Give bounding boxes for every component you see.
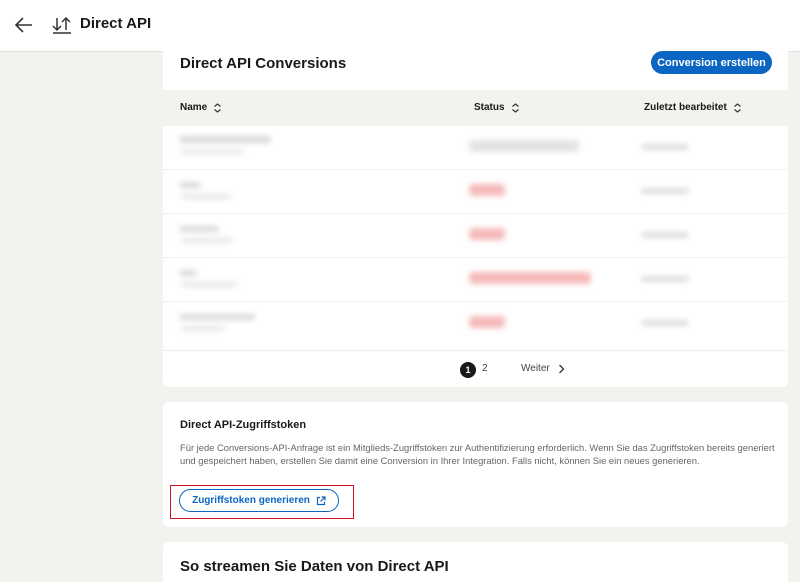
table-row[interactable] xyxy=(163,126,788,170)
table-row[interactable] xyxy=(163,214,788,258)
column-header-name[interactable]: Name xyxy=(180,102,222,113)
pagination: 1 2 Weiter xyxy=(163,350,788,387)
table-header: Name Status Zuletzt bearbeitet xyxy=(163,90,788,126)
table-row[interactable] xyxy=(163,170,788,214)
redacted-date xyxy=(641,188,689,194)
page-button-2[interactable]: 2 xyxy=(482,363,488,374)
redacted-date xyxy=(641,276,689,282)
redacted-date xyxy=(641,232,689,238)
redacted-status xyxy=(469,316,505,328)
arrow-left-icon xyxy=(14,17,32,33)
generate-token-button[interactable]: Zugriffstoken generieren xyxy=(179,489,339,512)
redacted-status xyxy=(469,272,591,284)
conversions-title: Direct API Conversions xyxy=(180,55,347,72)
redacted-status xyxy=(469,184,505,196)
redacted-name xyxy=(179,182,201,188)
page-title: Direct API xyxy=(80,15,152,32)
table-row[interactable] xyxy=(163,258,788,302)
redacted-name-subtext xyxy=(181,238,233,243)
external-link-icon xyxy=(316,495,326,505)
back-button[interactable] xyxy=(14,14,34,36)
access-token-title: Direct API-Zugriffstoken xyxy=(180,419,307,431)
streaming-title: So streamen Sie Daten von Direct API xyxy=(180,558,449,575)
chevron-up-down-icon xyxy=(733,102,741,113)
table-body xyxy=(163,126,788,346)
redacted-status xyxy=(469,140,579,152)
create-conversion-button[interactable]: Conversion erstellen xyxy=(651,51,772,74)
redacted-name xyxy=(179,314,255,320)
redacted-name-subtext xyxy=(181,149,243,154)
redacted-name xyxy=(179,136,271,143)
conversions-card: Direct API Conversions Conversion erstel… xyxy=(163,40,788,387)
redacted-date xyxy=(641,320,689,326)
streaming-card: So streamen Sie Daten von Direct API xyxy=(163,542,788,582)
column-header-last-edited[interactable]: Zuletzt bearbeitet xyxy=(644,102,742,113)
page-button-current[interactable]: 1 xyxy=(460,362,476,378)
redacted-name xyxy=(179,226,219,232)
access-token-description: Für jede Conversions-API-Anfrage ist ein… xyxy=(180,442,775,466)
table-row[interactable] xyxy=(163,302,788,346)
chevron-right-icon xyxy=(558,364,565,373)
redacted-name xyxy=(179,270,197,276)
chevron-up-down-icon xyxy=(511,102,519,113)
redacted-status xyxy=(469,228,505,240)
chevron-up-down-icon xyxy=(214,102,222,113)
redacted-name-subtext xyxy=(181,326,225,331)
next-page-button[interactable]: Weiter xyxy=(521,363,565,374)
redacted-name-subtext xyxy=(181,194,231,199)
sort-arrows-icon xyxy=(52,15,72,35)
access-token-card: Direct API-Zugriffstoken Für jede Conver… xyxy=(163,402,788,527)
column-header-status[interactable]: Status xyxy=(474,102,520,113)
redacted-name-subtext xyxy=(181,282,237,287)
redacted-date xyxy=(641,144,689,150)
